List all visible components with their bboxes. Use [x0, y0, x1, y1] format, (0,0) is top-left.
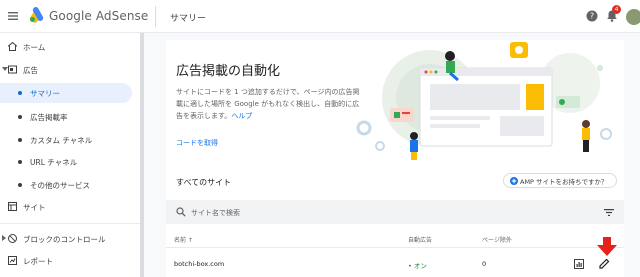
notification-badge: 4: [612, 5, 621, 14]
sidebar-item-label: ブロックのコントロール: [23, 234, 106, 244]
hero-description-text: サイトにコードを 1 つ追加するだけで、ページ内の広告掲載に適した場所を Goo…: [176, 88, 360, 120]
sidebar-item-other-services[interactable]: その他のサービス: [0, 175, 132, 195]
sidebar-item-summary[interactable]: サマリー: [0, 83, 132, 103]
sites-icon: [8, 202, 17, 211]
ads-icon: [8, 65, 17, 74]
sidebar-divider: [0, 223, 140, 224]
hero-description: サイトにコードを 1 つ追加するだけで、ページ内の広告掲載に適した場所を Goo…: [176, 86, 361, 122]
bullet-icon: [18, 160, 22, 164]
sites-table-header: 名前 ↑ 自動広告 ページ除外: [166, 230, 624, 248]
adsense-logo-icon: [29, 7, 44, 23]
sidebar-item-label: ホーム: [23, 42, 46, 52]
site-search-bar[interactable]: サイト名で検索: [166, 200, 624, 224]
svg-text:?: ?: [590, 12, 594, 21]
bullet-icon: [18, 115, 22, 119]
avatar[interactable]: [626, 9, 640, 25]
menu-icon[interactable]: [8, 12, 18, 20]
auto-ads-status: • オン: [408, 262, 427, 270]
sidebar-item-label: URL チャネル: [30, 157, 78, 167]
bullet-icon: [18, 138, 22, 142]
sidebar-item-label: レポート: [23, 256, 53, 266]
sidebar-item-reports[interactable]: レポート: [0, 251, 132, 271]
sidebar-item-blocking-controls[interactable]: ブロックのコントロール: [0, 229, 132, 249]
sidebar-item-sites[interactable]: サイト: [0, 197, 132, 217]
report-icon[interactable]: [574, 259, 584, 269]
all-sites-heading: すべてのサイト: [176, 178, 232, 187]
sidebar-item-label: カスタム チャネル: [30, 135, 93, 145]
add-circle-icon: [510, 177, 518, 185]
help-link[interactable]: ヘルプ: [231, 112, 252, 120]
sidebar-item-label: サマリー: [30, 88, 60, 98]
reports-icon: [8, 256, 17, 265]
site-name[interactable]: botchi-box.com: [174, 260, 224, 268]
hero-title: 広告掲載の自動化: [176, 64, 281, 79]
filter-icon[interactable]: [604, 209, 614, 216]
chevron-right-icon: [2, 235, 6, 241]
sidebar-item-coverage[interactable]: 広告掲載率: [0, 107, 132, 127]
home-icon: [8, 42, 17, 51]
page-exclusions-count: 0: [482, 260, 487, 268]
column-name-label: 名前: [174, 237, 187, 244]
help-icon[interactable]: ?: [586, 10, 598, 22]
brand-name: Google AdSense: [49, 9, 149, 23]
top-app-bar: Google AdSense サマリー ? 4: [0, 0, 640, 33]
table-row[interactable]: botchi-box.com • オン 0: [166, 252, 624, 276]
auto-ads-illustration: [356, 42, 612, 160]
column-header-name[interactable]: 名前 ↑: [174, 235, 193, 244]
sidebar-item-home[interactable]: ホーム: [0, 37, 132, 57]
bullet-icon: [18, 183, 22, 187]
sidebar-item-label: その他のサービス: [30, 180, 90, 190]
red-arrow-icon: [597, 237, 617, 256]
sidebar-item-url-channels[interactable]: URL チャネル: [0, 152, 132, 172]
get-code-link[interactable]: コードを取得: [176, 138, 218, 148]
bullet-icon: [18, 91, 22, 95]
sidebar-item-custom-channels[interactable]: カスタム チャネル: [0, 130, 132, 150]
search-placeholder: サイト名で検索: [191, 209, 240, 217]
amp-site-button[interactable]: AMP サイトをお持ちですか？: [503, 173, 617, 188]
sidebar-item-label: サイト: [23, 202, 46, 212]
sidebar-item-label: 広告: [23, 65, 38, 75]
sidebar-item-ads[interactable]: 広告: [0, 60, 132, 80]
edit-icon[interactable]: [599, 258, 610, 269]
column-header-auto-ads[interactable]: 自動広告: [408, 235, 432, 244]
header-divider: [155, 6, 156, 27]
search-icon: [176, 207, 186, 217]
amp-button-label: AMP サイトをお持ちですか？: [520, 177, 608, 186]
sidebar-item-label: 広告掲載率: [30, 112, 68, 122]
auto-ads-status-label: オン: [413, 262, 427, 270]
block-icon: [8, 234, 17, 243]
page-title: サマリー: [170, 14, 207, 24]
column-header-page-exclusions[interactable]: ページ除外: [482, 235, 512, 244]
